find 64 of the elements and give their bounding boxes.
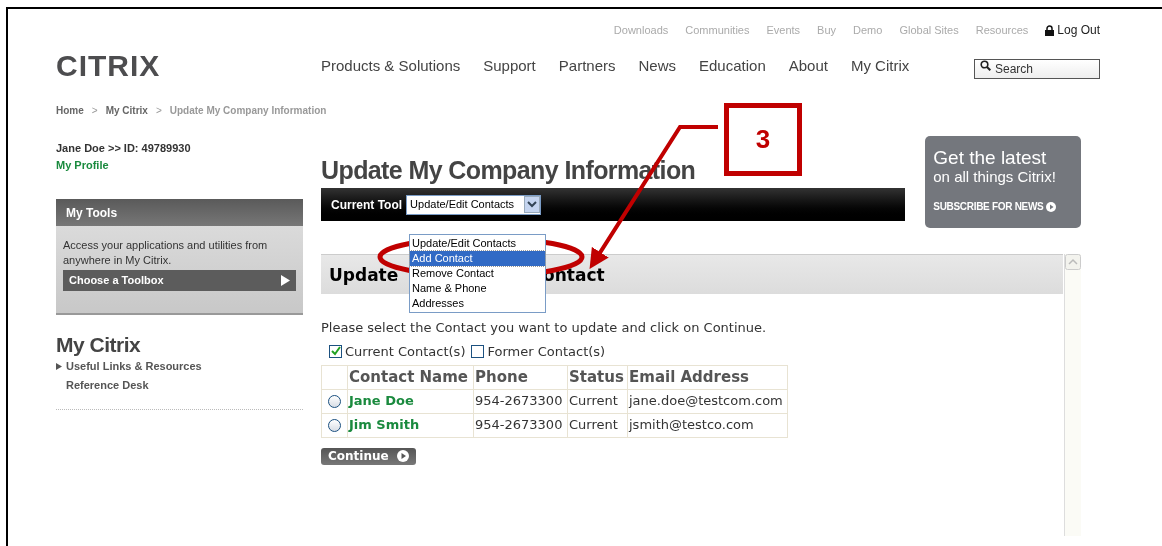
breadcrumb-link[interactable]: My Citrix (105, 102, 148, 118)
column-header: Contact Name (347, 365, 474, 389)
user-id-text: Jane Doe >> ID: 49789930 (56, 141, 192, 156)
scroll-up-icon (1065, 254, 1081, 270)
panel-text: Access your applications and utilities from anywhere in My Citrix. (62, 238, 269, 268)
table-cell: 954-2673300 (473, 413, 568, 437)
search-field[interactable]: Search (974, 59, 1100, 79)
section-title: My Citrix (56, 332, 142, 358)
tool-label: Current Tool (331, 196, 403, 214)
nav-link[interactable]: Partners (558, 54, 616, 78)
sidebar-link[interactable]: Useful Links & Resources (66, 358, 202, 375)
contact-name-link[interactable]: Jim Smith (347, 413, 474, 437)
citrix-logo[interactable]: CITRIX (56, 51, 321, 81)
instructions-text: Please select the Contact you want to update and click on Continue. (321, 319, 768, 337)
logout-link[interactable]: Log Out (1045, 21, 1100, 39)
dropdown-option[interactable]: Update/Edit Contacts (410, 236, 545, 251)
checkbox-label: Current Contact(s) (345, 342, 466, 361)
check-icon (330, 346, 341, 357)
choose-toolbox-button[interactable]: Choose a Toolbox (63, 270, 296, 291)
panel-title: My Tools (56, 199, 303, 226)
lock-icon (1045, 24, 1055, 36)
column-header: Phone (473, 365, 568, 389)
nav-link[interactable]: Products & Solutions (321, 54, 461, 78)
play-icon (280, 275, 290, 286)
banner-subline: on all things Citrix! (933, 168, 1057, 186)
play-icon (1046, 201, 1057, 212)
table-cell: Current (567, 413, 628, 437)
nav-link[interactable]: News (638, 54, 676, 78)
contact-name-link[interactable]: Jane Doe (347, 389, 474, 413)
table-cell: jane.doe@testcom.com (627, 389, 788, 413)
nav-link[interactable]: My Citrix (850, 54, 910, 78)
subscribe-link[interactable]: SUBSCRIBE FOR NEWS (933, 199, 1044, 214)
dropdown-option[interactable]: Name & Phone (410, 281, 545, 296)
continue-button[interactable]: Continue (321, 447, 416, 465)
profile-link[interactable]: My Profile (56, 156, 303, 173)
sidebar-link[interactable]: Reference Desk (66, 376, 149, 393)
checkbox-label: Former Contact(s) (487, 342, 606, 361)
play-icon (397, 450, 409, 462)
banner-headline: Get the latest (933, 148, 1048, 168)
table-cell: 954-2673300 (473, 389, 568, 413)
search-icon (980, 60, 991, 71)
column-header: Status (567, 365, 628, 389)
breadcrumb-separator: > (155, 103, 162, 118)
checkbox[interactable] (329, 344, 342, 358)
dropdown-option[interactable]: Remove Contact (410, 266, 545, 281)
nav-link[interactable]: Support (483, 54, 536, 78)
breadcrumb-link[interactable]: Home (56, 102, 84, 118)
breadcrumb-separator: > (91, 103, 98, 118)
radio-button[interactable] (328, 395, 341, 409)
dropdown-option[interactable]: Addresses (410, 296, 545, 311)
nav-link[interactable]: About (788, 54, 828, 78)
expand-icon (56, 362, 62, 370)
table-cell: jsmith@testco.com (627, 413, 788, 437)
dropdown-option[interactable]: Add Contact (410, 251, 545, 266)
column-header: Email Address (627, 365, 788, 389)
checkbox[interactable] (471, 344, 485, 358)
tool-select[interactable]: Update/Edit Contacts (406, 194, 542, 215)
subscribe-banner[interactable]: Get the latest on all things Citrix! SUBSCRIBE FOR NEWS (925, 136, 1081, 228)
table-cell: Current (567, 389, 628, 413)
section-heading: Update (329, 264, 399, 287)
scrollbar[interactable] (1064, 254, 1081, 536)
step-callout: 3 (724, 103, 802, 176)
radio-button[interactable] (328, 419, 341, 433)
nav-link[interactable]: Education (699, 54, 766, 78)
